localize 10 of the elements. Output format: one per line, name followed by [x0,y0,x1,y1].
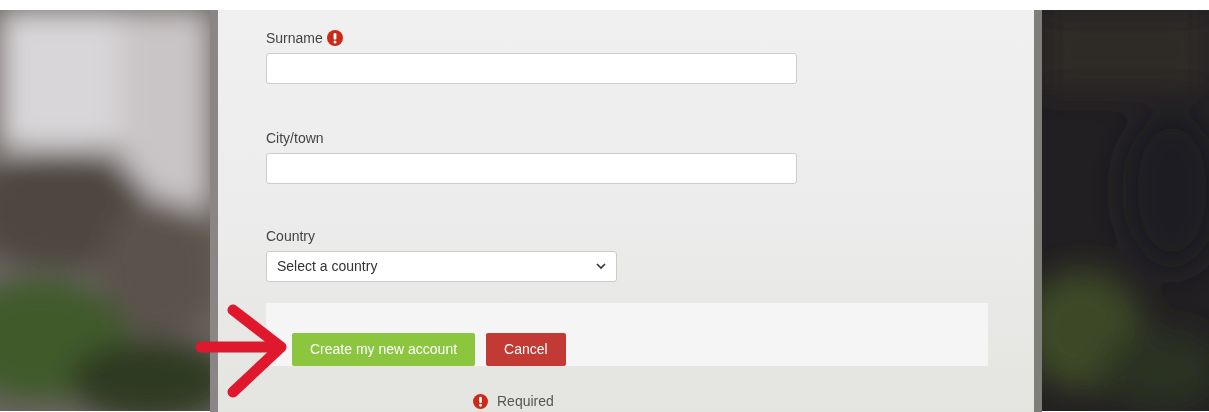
field-label: City/town [266,128,324,148]
cancel-button[interactable]: Cancel [486,333,566,366]
input-field[interactable] [266,153,797,184]
input-field[interactable] [266,53,797,84]
field-label: Surname [266,28,323,48]
field-label: Country [266,226,316,246]
legend-label: Required [497,392,554,411]
alert-icon [473,394,488,409]
country-select[interactable]: Select a country [266,251,617,282]
chevron-down-icon [596,263,606,270]
